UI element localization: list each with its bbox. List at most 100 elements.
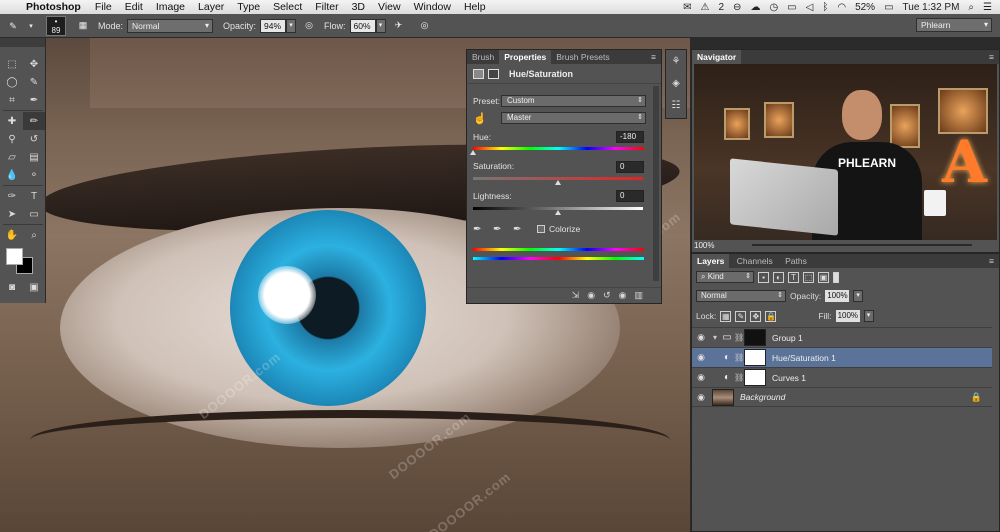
visibility-eye-icon[interactable]: ◉ <box>692 372 710 383</box>
mode-select[interactable]: Normal <box>127 18 214 33</box>
pressure-size-icon[interactable]: ◎ <box>416 17 434 35</box>
clock[interactable]: Tue 1:32 PM <box>903 2 960 13</box>
bluetooth-icon[interactable]: ᛒ <box>822 2 828 13</box>
lock-transparent-icon[interactable]: ▦ <box>720 310 732 322</box>
filter-kind-select[interactable]: ⌕ Kind <box>696 271 754 283</box>
filter-adjustment-icon[interactable]: ◐ <box>773 271 784 283</box>
group-expand-icon[interactable]: ▾ <box>710 333 720 342</box>
blur-tool-icon[interactable]: 💧 <box>1 166 23 184</box>
notification-icon[interactable]: ⚠ <box>701 2 710 13</box>
app-menu[interactable]: Photoshop <box>26 1 81 13</box>
adjustment-icon[interactable] <box>473 68 484 79</box>
mask-icon[interactable] <box>488 68 499 79</box>
tab-navigator[interactable]: Navigator <box>692 50 742 64</box>
tool-preset-arrow-icon[interactable]: ▾ <box>22 17 40 35</box>
lock-image-icon[interactable]: ✎ <box>735 310 747 322</box>
battery-icon[interactable]: ▭ <box>884 2 893 13</box>
clip-to-layer-icon[interactable]: ⇲ <box>572 290 580 301</box>
pressure-opacity-icon[interactable]: ◎ <box>300 17 318 35</box>
tab-properties[interactable]: Properties <box>499 50 552 64</box>
visibility-icon[interactable]: ◉ <box>619 290 627 301</box>
dodge-tool-icon[interactable]: ⚬ <box>23 166 45 184</box>
filter-shape-icon[interactable]: ⬚ <box>803 271 814 283</box>
lasso-tool-icon[interactable]: ◯ <box>1 73 23 91</box>
menu-file[interactable]: File <box>95 1 112 13</box>
cloud-icon[interactable]: ☁ <box>750 2 760 13</box>
zoom-tool-icon[interactable]: ⌕ <box>23 226 45 244</box>
fill-dropdown-icon[interactable]: ▾ <box>863 310 874 322</box>
type-tool-icon[interactable]: T <box>23 187 45 205</box>
navigator-zoom-value[interactable]: 100% <box>694 241 714 250</box>
eyedropper-plus-icon[interactable]: ✒ <box>493 224 501 235</box>
layer-name[interactable]: Hue/Saturation 1 <box>772 353 836 363</box>
menu-select[interactable]: Select <box>273 1 302 13</box>
eyedropper-minus-icon[interactable]: ✒ <box>513 224 521 235</box>
lightness-field[interactable]: 0 <box>616 190 644 202</box>
targeted-adjustment-hand-icon[interactable]: ☝ <box>473 112 487 125</box>
path-selection-tool-icon[interactable]: ➤ <box>1 205 23 223</box>
tab-brush-presets[interactable]: Brush Presets <box>551 50 614 64</box>
clone-stamp-tool-icon[interactable]: ⚲ <box>1 130 23 148</box>
layer-name[interactable]: Background <box>740 392 785 402</box>
move-tool-icon[interactable]: ✥ <box>23 55 45 73</box>
layer-row-group[interactable]: ◉ ▾ ▭ ⛓ Group 1 <box>692 327 992 347</box>
menu-type[interactable]: Type <box>237 1 260 13</box>
layer-row-background[interactable]: ◉ Background 🔒 <box>692 387 992 407</box>
delete-icon[interactable]: ▥ <box>634 290 643 301</box>
navigator-zoom-slider[interactable] <box>752 244 972 246</box>
menu-help[interactable]: Help <box>464 1 486 13</box>
layer-row-curves[interactable]: ◉ ◐ ⛓ Curves 1 <box>692 367 992 387</box>
eraser-tool-icon[interactable]: ▱ <box>1 148 23 166</box>
filter-type-icon[interactable]: T <box>788 271 799 283</box>
menu-filter[interactable]: Filter <box>315 1 338 13</box>
foreground-color-swatch[interactable] <box>6 248 23 265</box>
tab-layers[interactable]: Layers <box>692 254 730 268</box>
saturation-slider-thumb[interactable] <box>555 180 561 185</box>
panel-menu-icon[interactable]: ≡ <box>989 50 999 64</box>
blend-mode-select[interactable]: Normal <box>696 290 786 302</box>
airbrush-icon[interactable]: ✈ <box>390 17 408 35</box>
brush-panel-icon[interactable]: ⚘ <box>666 50 686 72</box>
tools-panel-header[interactable] <box>0 38 45 47</box>
panel-menu-icon[interactable]: ≡ <box>989 254 999 268</box>
colorize-checkbox[interactable] <box>537 225 545 233</box>
opacity-dropdown-icon[interactable]: ▾ <box>286 18 297 33</box>
layer-name[interactable]: Group 1 <box>772 333 803 343</box>
navigator-preview[interactable]: PHLEARN A <box>694 64 997 240</box>
filter-toggle-icon[interactable] <box>833 271 839 283</box>
quick-mask-icon[interactable]: ◙ <box>1 278 23 296</box>
brush-size-picker[interactable]: • 89 <box>46 15 66 36</box>
properties-panel-icon[interactable]: ☷ <box>666 94 686 116</box>
flow-dropdown-icon[interactable]: ▾ <box>375 18 386 33</box>
group-mask-thumbnail[interactable] <box>744 329 766 346</box>
menu-3d[interactable]: 3D <box>352 1 365 13</box>
badge-count[interactable]: 2 <box>718 2 724 13</box>
layer-row-hue-saturation[interactable]: ◉ ◐ ⛓ Hue/Saturation 1 <box>692 347 992 367</box>
lock-all-icon[interactable]: 🔒 <box>765 310 777 322</box>
reset-icon[interactable]: ↺ <box>603 290 611 301</box>
lock-position-icon[interactable]: ✥ <box>750 310 762 322</box>
layer-opacity-dropdown-icon[interactable]: ▾ <box>853 290 864 302</box>
hue-field[interactable]: -180 <box>616 131 644 143</box>
workspace-select[interactable]: Phlearn <box>916 18 992 32</box>
eyedropper-icon[interactable]: ✒ <box>473 224 481 235</box>
airplay-icon[interactable]: ▭ <box>787 2 796 13</box>
brush-panel-toggle-icon[interactable]: ▦ <box>74 17 92 35</box>
menu-view[interactable]: View <box>378 1 401 13</box>
script-editor-icon[interactable]: ✉ <box>683 2 691 13</box>
view-previous-icon[interactable]: ◉ <box>587 290 595 301</box>
sync-icon[interactable]: ⊖ <box>733 2 741 13</box>
properties-scrollbar[interactable] <box>653 86 659 281</box>
pen-tool-icon[interactable]: ✑ <box>1 187 23 205</box>
menu-window[interactable]: Window <box>414 1 451 13</box>
menu-edit[interactable]: Edit <box>125 1 143 13</box>
visibility-eye-icon[interactable]: ◉ <box>692 332 710 343</box>
hand-tool-icon[interactable]: ✋ <box>1 226 23 244</box>
quick-select-tool-icon[interactable]: ✎ <box>23 73 45 91</box>
adjustments-panel-icon[interactable]: ◈ <box>666 72 686 94</box>
channel-select[interactable]: Master <box>501 112 646 124</box>
tab-channels[interactable]: Channels <box>732 254 778 268</box>
hue-slider-track[interactable] <box>473 147 644 150</box>
opacity-field[interactable]: 94% <box>260 18 287 33</box>
visibility-eye-icon[interactable]: ◉ <box>692 352 710 363</box>
